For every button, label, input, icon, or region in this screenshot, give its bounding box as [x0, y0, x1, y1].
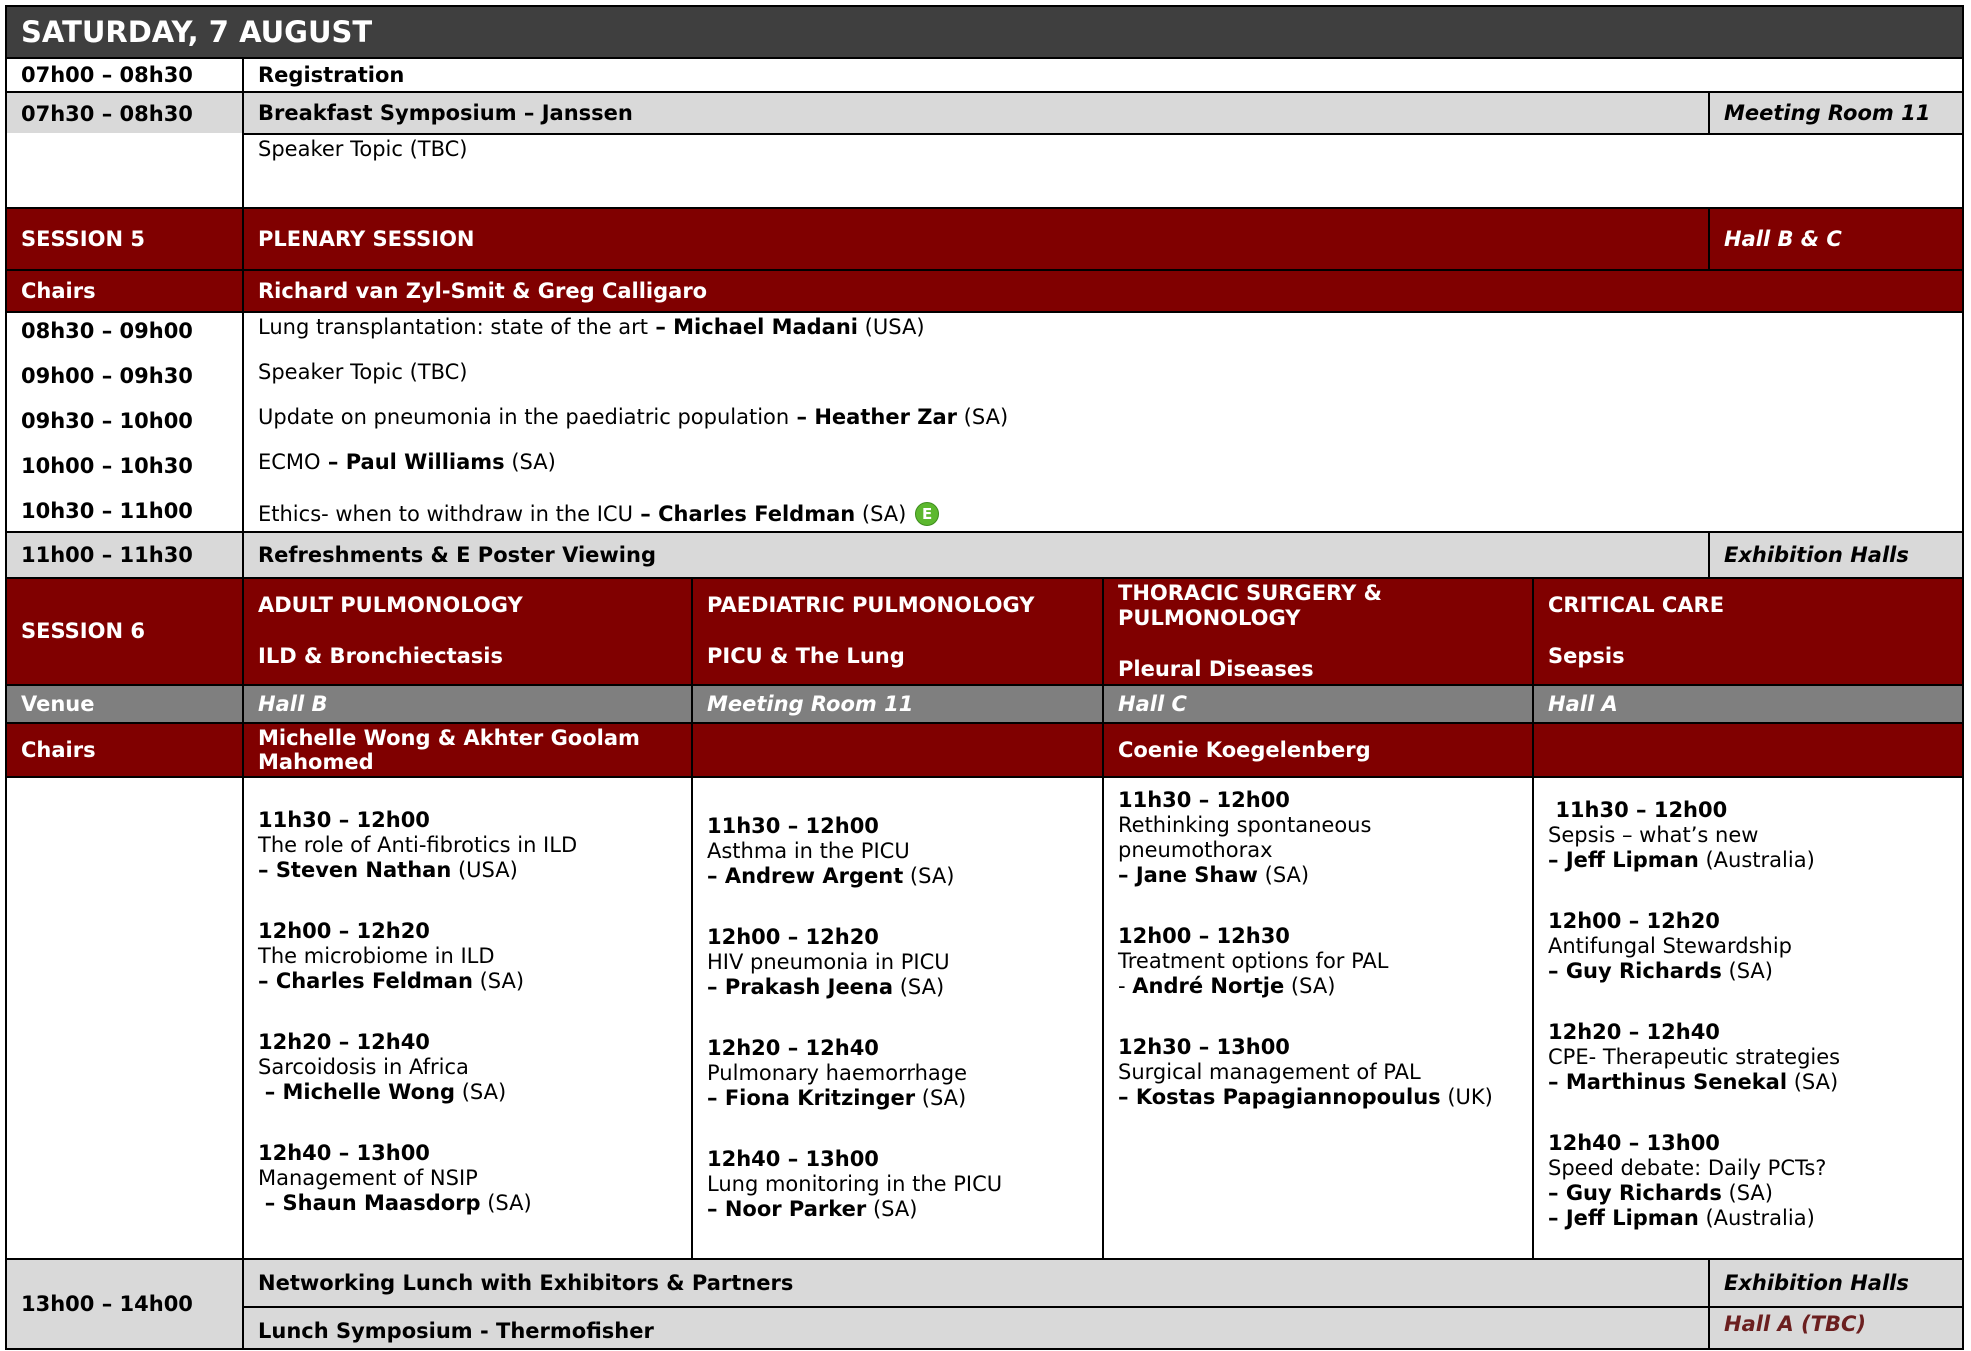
session5-chairs-label: Chairs [5, 269, 244, 313]
track-programme-critical: 11h30 – 12h00 Sepsis – what’s new – Jeff L… [1532, 776, 1964, 1260]
track-name: ADULT PULMONOLOGY [258, 593, 523, 617]
plenary-talk: ECMO – Paul Williams (SA) [258, 450, 556, 474]
track-subtitle: PICU & The Lung [707, 644, 905, 668]
talk-slot: 12h00 – 12h20 The microbiome in ILD – Char… [258, 919, 525, 993]
talk-slot: 12h40 – 13h00 Lung monitoring in the PICU… [707, 1147, 1003, 1221]
talk-slot: 12h00 – 12h20 Antifungal Stewardship – Guy… [1548, 909, 1793, 983]
track-venue: Meeting Room 11 [691, 684, 1104, 724]
refreshments-time: 11h00 – 11h30 [5, 531, 244, 579]
track-programme-thoracic: 11h30 – 12h00 Rethinking spontaneous pneu… [1102, 776, 1534, 1260]
session6-chairs-label: Chairs [5, 722, 244, 778]
talk-slot: 11h30 – 12h00 Sepsis – what’s new – Jeff L… [1548, 798, 1815, 872]
track-programme-adult: 11h30 – 12h00 The role of Anti-fibrotics … [242, 776, 693, 1260]
lunch-networking: Networking Lunch with Exhibitors & Partn… [242, 1258, 1710, 1308]
plenary-talk: Ethics- when to withdraw in the ICU – Ch… [244, 502, 1962, 527]
track-venue: Hall B [242, 684, 693, 724]
talk-slot: 12h20 – 12h40 CPE- Therapeutic strategies… [1548, 1020, 1841, 1094]
session5-label: SESSION 5 [5, 207, 244, 271]
track-subtitle: ILD & Bronchiectasis [258, 644, 503, 668]
session5-title: PLENARY SESSION [242, 207, 1710, 271]
breakfast-topic: Speaker Topic (TBC) [242, 133, 1964, 209]
track-header-critical: CRITICAL CARE Sepsis [1532, 577, 1964, 686]
track-chairs: Coenie Koegelenberg [1102, 722, 1534, 778]
plenary-time: 08h30 – 09h00 [21, 319, 193, 343]
track-name: THORACIC SURGERY & PULMONOLOGY [1118, 581, 1382, 630]
track-name: PAEDIATRIC PULMONOLOGY [707, 593, 1035, 617]
session6-label: SESSION 6 [5, 577, 244, 686]
track-header-paediatric: PAEDIATRIC PULMONOLOGY PICU & The Lung [691, 577, 1104, 686]
session5-venue: Hall B & C [1708, 207, 1964, 271]
talk-slot: 11h30 – 12h00 The role of Anti-fibrotics … [258, 808, 578, 882]
lunch-time: 13h00 – 14h00 [5, 1258, 244, 1350]
talk-slot: 12h00 – 12h30 Treatment options for PAL - … [1118, 924, 1389, 998]
session6-time-spacer [5, 776, 244, 1260]
track-chairs [691, 722, 1104, 778]
e-poster-icon: E [915, 502, 940, 526]
talk-slot: 12h40 – 13h00 Speed debate: Daily PCTs? – … [1548, 1131, 1827, 1230]
track-header-adult: ADULT PULMONOLOGY ILD & Bronchiectasis [242, 577, 693, 686]
venue-label: Venue [5, 684, 244, 724]
lunch-symposium: Lunch Symposium - Thermofisher [242, 1306, 1710, 1350]
programme-page: SATURDAY, 7 AUGUST 07h00 – 08h30 Registr… [5, 5, 1964, 1350]
track-chairs [1532, 722, 1964, 778]
plenary-talk: Lung transplantation: state of the art –… [258, 315, 925, 339]
plenary-time: 09h30 – 10h00 [21, 409, 193, 433]
plenary-time: 09h00 – 09h30 [21, 364, 193, 388]
track-venue: Hall C [1102, 684, 1534, 724]
track-venue: Hall A [1532, 684, 1964, 724]
track-subtitle: Pleural Diseases [1118, 657, 1314, 681]
talk-slot: 11h30 – 12h00 Rethinking spontaneous pneu… [1118, 788, 1372, 887]
session5-chairs: Richard van Zyl-Smit & Greg Calligaro [242, 269, 1964, 313]
plenary-times: 08h30 – 09h00 09h00 – 09h30 09h30 – 10h0… [5, 311, 244, 533]
track-name: CRITICAL CARE [1548, 593, 1725, 617]
plenary-time: 10h00 – 10h30 [21, 454, 193, 478]
track-subtitle: Sepsis [1548, 644, 1625, 668]
talk-slot: 11h30 – 12h00 Asthma in the PICU – Andrew … [707, 814, 955, 888]
plenary-talk: Speaker Topic (TBC) [258, 360, 468, 384]
track-programme-paediatric: 11h30 – 12h00 Asthma in the PICU – Andrew … [691, 776, 1104, 1260]
talk-slot: 12h00 – 12h20 HIV pneumonia in PICU – Prak… [707, 925, 950, 999]
track-chairs: Michelle Wong & Akhter Goolam Mahomed [242, 722, 693, 778]
plenary-talks: Lung transplantation: state of the art –… [242, 311, 1964, 533]
breakfast-venue: Meeting Room 11 [1708, 91, 1964, 135]
talk-slot: 12h30 – 13h00 Surgical management of PAL –… [1118, 1035, 1493, 1109]
lunch-networking-venue: Exhibition Halls [1708, 1258, 1964, 1308]
refreshments-venue: Exhibition Halls [1708, 531, 1964, 579]
talk-slot: 12h20 – 12h40 Pulmonary haemorrhage – Fion… [707, 1036, 968, 1110]
talk-slot: 12h20 – 12h40 Sarcoidosis in Africa – Mic… [258, 1030, 507, 1104]
breakfast-title: Breakfast Symposium – Janssen [242, 91, 1710, 135]
plenary-talk: Update on pneumonia in the paediatric po… [258, 405, 1009, 429]
refreshments-title: Refreshments & E Poster Viewing [242, 531, 1710, 579]
talk-slot: 12h40 – 13h00 Management of NSIP – Shaun … [258, 1141, 532, 1215]
registration-time: 07h00 – 08h30 [5, 57, 244, 93]
track-header-thoracic: THORACIC SURGERY & PULMONOLOGY Pleural D… [1102, 577, 1534, 686]
breakfast-time-border [5, 91, 244, 209]
lunch-symposium-venue: Hall A (TBC) [1708, 1306, 1964, 1350]
plenary-time: 10h30 – 11h00 [21, 499, 193, 523]
registration-title: Registration [242, 57, 1964, 93]
day-title: SATURDAY, 7 AUGUST [5, 5, 1964, 59]
